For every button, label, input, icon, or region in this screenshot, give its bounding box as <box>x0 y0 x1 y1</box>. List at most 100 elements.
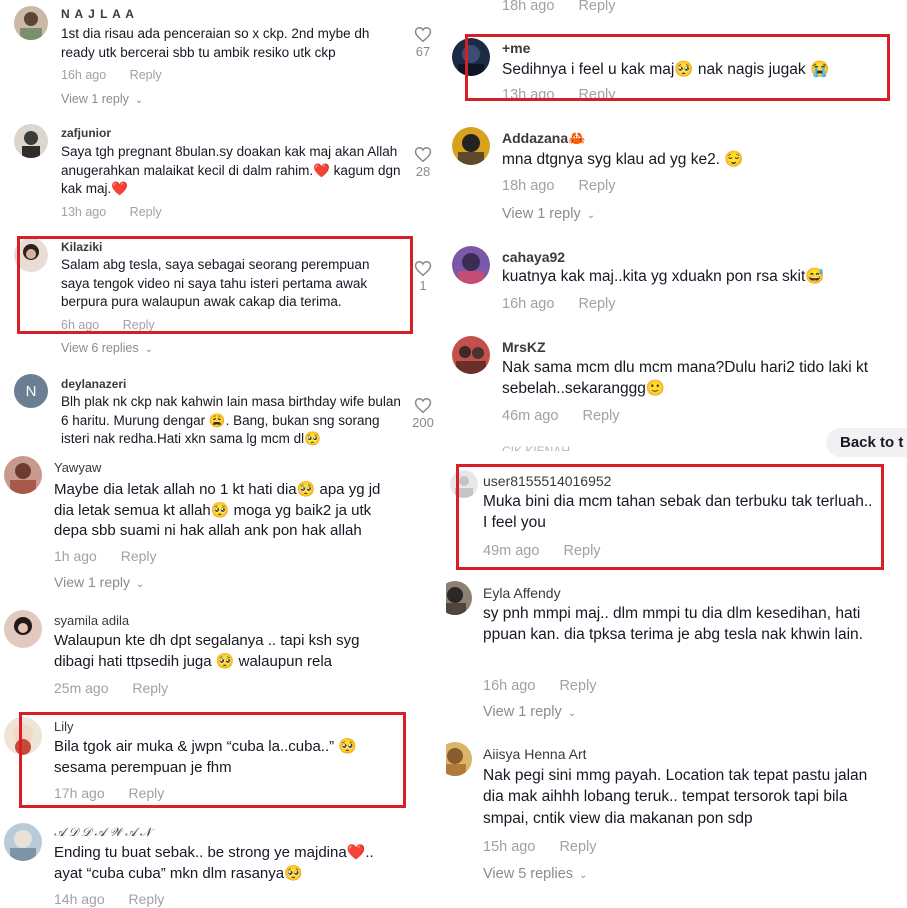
reply-button[interactable]: Reply <box>559 839 596 855</box>
avatar[interactable] <box>446 581 472 615</box>
comment-meta: 18h ago Reply <box>502 178 616 194</box>
comment-username[interactable]: N A J L A A <box>61 7 135 21</box>
reply-button[interactable]: Reply <box>129 891 165 907</box>
reply-button[interactable]: Reply <box>578 0 615 14</box>
avatar[interactable] <box>4 717 42 755</box>
comment-meta: 14h ago Reply <box>54 891 164 907</box>
avatar[interactable] <box>14 124 48 158</box>
comment-text: Nak pegi sini mmg payah. Location tak te… <box>483 767 868 827</box>
avatar-initial: N <box>25 382 37 400</box>
comment-meta: 13h ago Reply <box>502 87 616 99</box>
avatar[interactable] <box>14 238 48 272</box>
comment-username[interactable]: zafjunior <box>61 126 111 140</box>
comment-username[interactable]: Addazana🦀 <box>502 130 586 147</box>
comment-text: sy pnh mmpi maj.. dlm mmpi tu dia dlm ke… <box>483 605 863 644</box>
like-count: 1 <box>419 278 427 293</box>
reply-button[interactable]: Reply <box>578 296 615 312</box>
reply-button[interactable]: Reply <box>123 318 155 332</box>
reply-button[interactable]: Reply <box>563 543 600 559</box>
comment-time: 1h ago <box>54 548 97 564</box>
view-replies-button[interactable]: View 1 reply ⌄ <box>61 92 143 106</box>
reply-button[interactable]: Reply <box>121 548 157 564</box>
comment-username[interactable]: deylanazeri <box>61 377 126 391</box>
comment-meta: 16h ago Reply <box>61 68 162 82</box>
reply-button[interactable]: Reply <box>578 178 615 194</box>
view-replies-button[interactable]: View 1 reply ⌄ <box>483 704 576 720</box>
comment-time: 13h ago <box>61 205 107 219</box>
comment-time: 25m ago <box>54 680 109 696</box>
comment-username[interactable]: Eyla Affendy <box>483 585 561 601</box>
comment-time: 46m ago <box>502 408 559 424</box>
back-to-button[interactable]: Back to t <box>826 428 907 457</box>
like-button[interactable]: 200 <box>406 397 440 430</box>
comment-time: 16h ago <box>61 68 107 82</box>
comment-text: Sedihnya i feel u kak maj🥺 nak nagis jug… <box>502 61 830 78</box>
comment-meta: 25m ago Reply <box>54 680 168 696</box>
heart-icon <box>414 397 432 414</box>
avatar[interactable] <box>452 246 490 284</box>
comment-meta: 13h ago Reply <box>61 205 162 219</box>
reply-button[interactable]: Reply <box>130 68 162 82</box>
comment-username[interactable]: Yawyaw <box>54 460 101 475</box>
chevron-down-icon: ⌄ <box>579 870 588 881</box>
avatar[interactable] <box>14 6 48 40</box>
like-button[interactable]: 28 <box>406 146 440 179</box>
heart-icon <box>414 146 432 163</box>
partial-username: CIK KIENAH <box>502 444 571 451</box>
view-replies-label: View 1 reply <box>483 704 562 720</box>
comment-time: 18h ago <box>502 0 555 14</box>
chevron-down-icon: ⌄ <box>567 708 577 719</box>
avatar[interactable] <box>452 127 490 165</box>
comment-text: Muka bini dia mcm tahan sebak dan terbuk… <box>483 493 873 532</box>
comment-meta: 15h ago Reply <box>483 839 597 855</box>
chevron-down-icon: ⌄ <box>136 579 145 590</box>
view-replies-label: View 6 replies <box>61 341 139 355</box>
comment-time: 13h ago <box>502 87 555 99</box>
reply-button[interactable]: Reply <box>129 785 165 801</box>
reply-button[interactable]: Reply <box>559 678 596 694</box>
comment-username[interactable]: cahaya92 <box>502 249 565 265</box>
comment-text: Walaupun kte dh dpt segalanya .. tapi ks… <box>54 632 360 670</box>
reply-button[interactable]: Reply <box>132 680 168 696</box>
avatar[interactable] <box>4 610 42 648</box>
reply-button[interactable]: Reply <box>582 408 619 424</box>
avatar[interactable] <box>452 336 490 374</box>
comment-username[interactable]: MrsKZ <box>502 339 546 355</box>
view-replies-button[interactable]: View 1 reply ⌄ <box>502 206 595 222</box>
heart-icon <box>414 260 432 277</box>
comment-time: 17h ago <box>54 785 105 801</box>
reply-button[interactable]: Reply <box>130 205 162 219</box>
comment-meta: 16h ago Reply <box>483 678 597 694</box>
heart-icon <box>414 26 432 43</box>
comment-meta: 1h ago Reply <box>54 548 157 564</box>
comment-text: 1st dia risau ada penceraian so x ckp. 2… <box>61 26 370 60</box>
view-replies-button[interactable]: View 1 reply ⌄ <box>54 574 144 590</box>
comment-time: 6h ago <box>61 318 100 332</box>
avatar[interactable] <box>4 823 42 861</box>
comment-username[interactable]: Lily <box>54 719 74 734</box>
comment-time: 16h ago <box>483 678 536 694</box>
comment-meta: 17h ago Reply <box>54 785 164 801</box>
like-button[interactable]: 1 <box>406 260 440 293</box>
comment-username[interactable]: 𝒜 𝒟 𝒟 𝒜 𝒲 𝒜 𝒩 <box>54 825 151 840</box>
reply-button[interactable]: Reply <box>578 87 615 99</box>
comment-meta: 46m ago Reply <box>502 408 620 424</box>
view-replies-button[interactable]: View 6 replies ⌄ <box>61 341 153 355</box>
comment-text: Ending tu buat sebak.. be strong ye majd… <box>54 844 374 882</box>
comment-time: 16h ago <box>502 296 555 312</box>
comment-meta: 18h ago Reply <box>502 0 616 14</box>
avatar[interactable]: N <box>14 374 48 408</box>
comment-username[interactable]: syamila adila <box>54 613 129 628</box>
comment-username[interactable]: user8155514016952 <box>483 473 611 489</box>
chevron-down-icon: ⌄ <box>144 344 153 355</box>
avatar[interactable] <box>452 38 490 76</box>
comment-username[interactable]: Kilaziki <box>61 240 102 254</box>
avatar[interactable] <box>450 470 478 498</box>
avatar[interactable] <box>4 456 42 494</box>
like-button[interactable]: 67 <box>406 26 440 59</box>
view-replies-button[interactable]: View 5 replies ⌄ <box>483 866 587 882</box>
avatar[interactable] <box>446 742 472 776</box>
comment-username[interactable]: +me <box>502 40 530 56</box>
comment-time: 14h ago <box>54 891 105 907</box>
comment-username[interactable]: Aiisya Henna Art <box>483 746 587 762</box>
